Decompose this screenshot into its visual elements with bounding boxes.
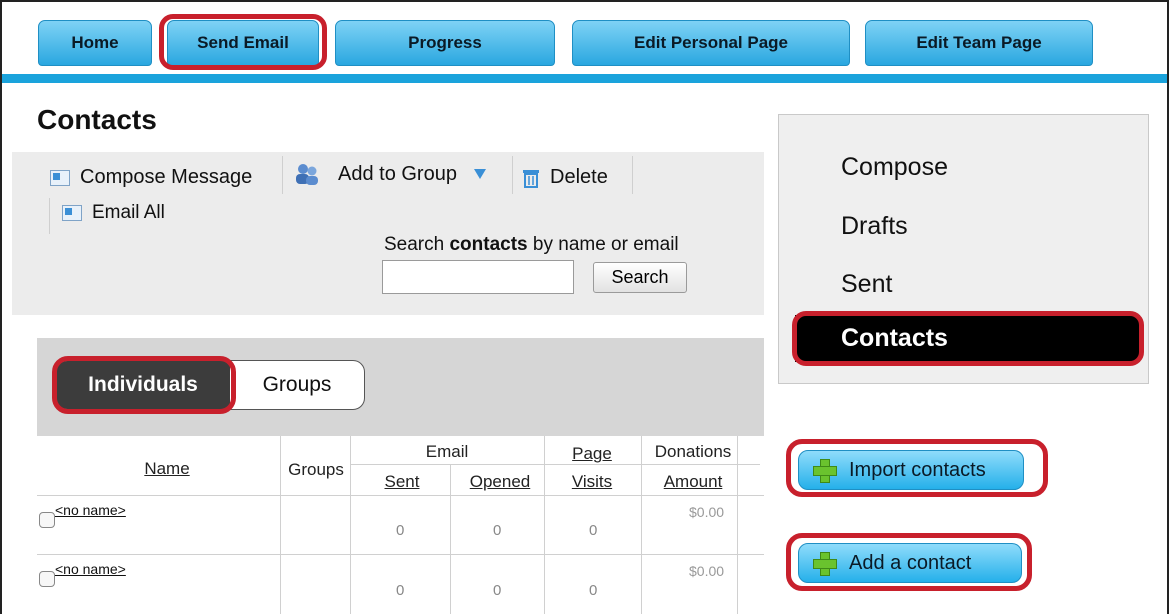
delete-button[interactable]: Delete [522,166,608,189]
column-header-amount[interactable]: Amount [643,472,743,492]
app-frame: Home Send Email Progress Edit Personal P… [0,0,1169,614]
side-item-sent[interactable]: Sent [841,270,892,299]
table-gridline [544,436,545,614]
search-label: Search contacts by name or email [384,234,679,255]
nav-tab-edit-team-page[interactable]: Edit Team Page [865,20,1093,66]
opened-count: 0 [493,522,502,539]
compose-message-button[interactable]: Compose Message [50,166,252,189]
table-gridline [37,554,764,555]
table-gridline [280,436,281,614]
table-gridline [641,436,642,614]
envelope-icon [62,205,82,221]
import-contacts-label: Import contacts [849,458,986,481]
table-gridline [350,464,760,465]
compose-message-label: Compose Message [80,166,253,188]
envelope-icon [50,169,70,186]
add-contact-label: Add a contact [849,551,972,574]
side-item-contacts[interactable]: Contacts [795,315,1140,362]
toolbar-divider [49,198,50,234]
sent-count: 0 [396,582,405,599]
nav-tab-progress[interactable]: Progress [335,20,555,66]
search-input[interactable] [382,260,574,294]
column-header-opened[interactable]: Opened [455,472,545,492]
column-header-donations: Donations [654,442,732,461]
column-header-groups: Groups [288,460,344,479]
view-toggle: Individuals Groups [55,360,365,410]
search-button[interactable]: Search [593,262,687,293]
add-to-group-label: Add to Group [338,162,457,185]
visits-count: 0 [589,522,598,539]
table-gridline [37,495,764,496]
group-icon [296,164,318,185]
toolbar-divider [632,156,633,194]
column-header-email: Email [425,442,469,461]
row-checkbox[interactable] [39,512,55,528]
column-header-visits[interactable]: Visits [547,472,637,492]
email-side-menu: Compose Drafts Sent Contacts [778,114,1149,384]
dropdown-arrow-icon[interactable] [473,168,487,180]
row-checkbox[interactable] [39,571,55,587]
page-title: Contacts [37,104,157,135]
nav-underline [2,74,1167,83]
contacts-panel: Individuals Groups Name Groups Email Sen… [37,338,764,614]
opened-count: 0 [493,582,502,599]
contact-name-link[interactable]: <no name> [55,502,126,518]
email-all-button[interactable]: Email All [62,202,165,224]
nav-tab-edit-personal-page[interactable]: Edit Personal Page [572,20,850,66]
tab-individuals[interactable]: Individuals [56,361,230,409]
column-header-name[interactable]: Name [127,459,207,479]
contacts-toolbar: Compose Message Add to Group Delete Emai… [12,152,764,315]
plus-icon [813,552,837,576]
nav-tab-home[interactable]: Home [38,20,152,66]
nav-tab-send-email[interactable]: Send Email [167,20,319,66]
donation-amount: $0.00 [689,504,725,520]
side-item-drafts[interactable]: Drafts [841,212,908,241]
add-to-group-button[interactable]: Add to Group [294,162,487,186]
trash-icon [523,169,539,188]
table-gridline [450,464,451,614]
import-contacts-button[interactable]: Import contacts [798,450,1024,490]
toolbar-divider [512,156,513,194]
add-contact-button[interactable]: Add a contact [798,543,1022,583]
donation-amount: $0.00 [689,563,725,579]
table-gridline [350,436,351,614]
toolbar-divider [282,156,283,194]
delete-label: Delete [550,166,608,188]
side-item-compose[interactable]: Compose [841,153,948,182]
column-header-sent[interactable]: Sent [367,472,437,492]
tab-groups[interactable]: Groups [230,361,364,409]
email-all-label: Email All [92,202,165,223]
contact-name-link[interactable]: <no name> [55,561,126,577]
visits-count: 0 [589,582,598,599]
column-header-page[interactable]: Page [547,444,637,464]
plus-icon [813,459,837,483]
sent-count: 0 [396,522,405,539]
table-gridline [737,436,738,614]
